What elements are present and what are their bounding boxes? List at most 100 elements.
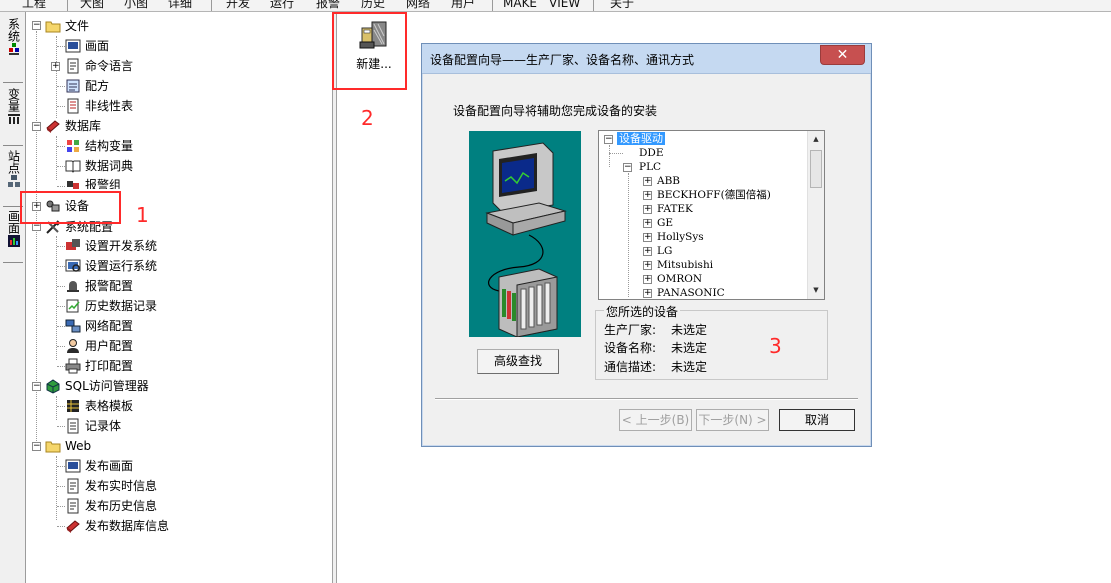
vendor-item[interactable]: OMRON [657,272,702,286]
collapse-toggle[interactable]: − [32,442,41,451]
tree-label: 用户配置 [85,339,134,353]
tree-node-dde[interactable]: DDE [639,146,664,160]
vendor-item[interactable]: GE [657,216,673,230]
close-button[interactable]: ✕ [820,45,865,65]
tree-label: 数据库 [65,119,102,133]
collapse-toggle[interactable]: − [32,122,41,131]
tree-node-publish-screen[interactable]: 发布画面 [65,457,133,475]
menu-user[interactable]: 用户 [451,0,475,11]
recipe-icon [66,79,80,93]
tree-node-command-language[interactable]: 命令语言 [65,57,133,75]
tree-node-publish-database[interactable]: 发布数据库信息 [65,517,169,535]
tree-node-publish-history[interactable]: 发布历史信息 [65,497,157,515]
menu-alarm[interactable]: 报警 [316,0,340,11]
tree-node-data-dictionary[interactable]: 数据词典 [65,157,133,175]
tree-node-database[interactable]: 数据库 [45,117,101,135]
expand-toggle[interactable]: + [643,275,652,284]
annotation-number-3: 3 [769,334,782,358]
menu-about[interactable]: 关于 [610,0,634,11]
scroll-down-arrow-icon[interactable]: ▼ [808,282,824,298]
menu-details[interactable]: 详细 [168,0,192,11]
menu-history[interactable]: 历史 [361,0,385,11]
collapse-toggle[interactable]: − [32,21,41,30]
vendor-item[interactable]: LG [657,244,672,258]
tree-node-alarm-group[interactable]: 报警组 [65,177,121,189]
tab-label: 系统 [6,18,21,42]
tree-node-file[interactable]: 文件 [45,17,89,35]
vendor-item[interactable]: FATEK [657,202,693,216]
tree-line [609,145,610,167]
tree-node-device-driver[interactable]: 设备驱动 [617,132,665,146]
prev-button[interactable]: < 上一步(B) [619,409,692,431]
expand-toggle[interactable]: + [643,205,652,214]
next-button[interactable]: 下一步(N) > [696,409,769,431]
expand-toggle[interactable]: + [643,261,652,270]
tree-node-record-set[interactable]: 记录体 [65,417,121,435]
tree-node-publish-realtime[interactable]: 发布实时信息 [65,477,157,495]
menu-develop[interactable]: 开发 [226,0,250,11]
advanced-search-button[interactable]: 高级查找 [477,349,559,374]
collapse-toggle[interactable]: − [604,135,613,144]
expand-toggle[interactable]: + [643,219,652,228]
device-driver-tree[interactable]: − 设备驱动 DDE − PLC + ABB + BECKHOFF(德国倍福) … [598,130,825,300]
tab-station[interactable]: 站点 [3,150,24,190]
menu-large-icons[interactable]: 大图 [80,0,104,11]
tree-node-print-config[interactable]: 打印配置 [65,357,133,375]
tree-node-plc[interactable]: PLC [639,160,661,174]
tree-node-web[interactable]: Web [45,437,91,455]
menu-make[interactable]: MAKE [503,0,537,11]
menu-project[interactable]: 工程 [22,0,46,11]
menu-run[interactable]: 运行 [270,0,294,11]
tab-system[interactable]: 系统 [3,18,24,58]
tree-node-nonlinear-table[interactable]: 非线性表 [65,97,133,115]
expand-toggle[interactable]: + [51,62,60,71]
tree-node-alarm-config[interactable]: 报警配置 [65,277,133,295]
tree-node-struct-variable[interactable]: 结构变量 [65,137,133,155]
close-icon: ✕ [836,47,849,63]
tree-node-run-system-settings[interactable]: 设置运行系统 [65,257,157,275]
document-icon [67,58,79,74]
tree-node-screen[interactable]: 画面 [65,37,109,55]
vendor-item[interactable]: HollySys [657,230,704,244]
tree-node-table-template[interactable]: 表格模板 [65,397,133,415]
expand-toggle[interactable]: + [643,191,652,200]
tree-line [57,86,65,87]
cancel-button[interactable]: 取消 [779,409,855,431]
table-template-icon [67,400,79,412]
vendor-item[interactable]: PANASONIC [657,286,725,299]
tree-label: 数据词典 [85,159,134,173]
tree-node-sql-manager[interactable]: SQL访问管理器 [45,377,149,395]
menu-view[interactable]: VIEW [549,0,580,11]
tree-node-dev-system-settings[interactable]: 设置开发系统 [65,237,157,255]
tree-node-user-config[interactable]: 用户配置 [65,337,133,355]
vendor-item[interactable]: ABB [657,174,680,188]
expand-toggle[interactable]: + [643,177,652,186]
expand-toggle[interactable]: + [643,289,652,298]
tree-node-network-config[interactable]: 网络配置 [65,317,133,335]
tree-label: 配方 [85,79,110,93]
collapse-toggle[interactable]: − [623,163,632,172]
screen-page-icon [65,39,81,53]
tree-node-history-record[interactable]: 历史数据记录 [65,297,157,315]
panel-splitter[interactable] [333,12,337,583]
vendor-item[interactable]: BECKHOFF(德国倍福) [657,188,771,202]
tab-label: 站点 [6,150,21,174]
menu-small-icons[interactable]: 小图 [124,0,148,11]
menu-network[interactable]: 网络 [406,0,430,11]
comm-desc-row: 通信描述: 未选定 [604,358,707,375]
scroll-thumb[interactable] [810,150,822,188]
tab-variable[interactable]: 变量 [3,88,24,128]
device-name-label: 设备名称: [604,341,657,355]
device-name-row: 设备名称: 未选定 [604,339,707,356]
tree-scrollbar[interactable]: ▲ ▼ [807,131,824,299]
expand-toggle[interactable]: + [643,247,652,256]
comm-desc-label: 通信描述: [604,360,657,374]
dialog-title-bar[interactable]: 设备配置向导——生产厂家、设备名称、通讯方式 ✕ [422,44,871,74]
tree-line [57,466,65,467]
expand-toggle[interactable]: + [643,233,652,242]
tree-node-recipe[interactable]: 配方 [65,77,109,95]
scroll-up-arrow-icon[interactable]: ▲ [808,131,824,147]
collapse-toggle[interactable]: − [32,382,41,391]
project-tree: − 文件 画面 + 命令语言 配方 非线性表 − 数据库 结构变量 数据词典 报… [27,12,333,583]
vendor-item[interactable]: Mitsubishi [657,258,713,272]
